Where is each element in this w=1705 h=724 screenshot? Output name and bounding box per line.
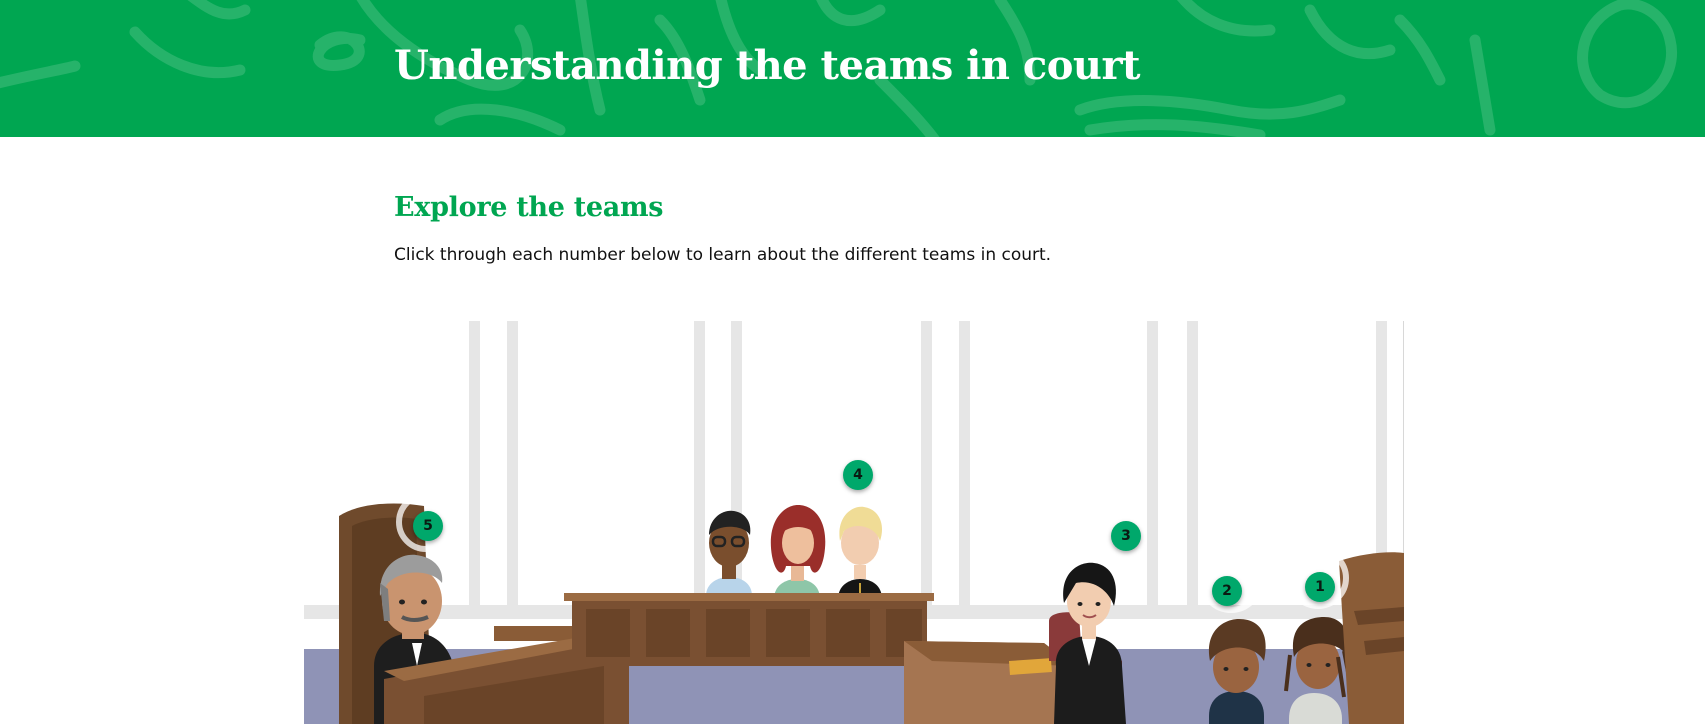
lawyer-desk	[904, 641, 1074, 724]
hotspot-3-button[interactable]: 3	[1111, 521, 1141, 551]
page-title: Understanding the teams in court	[394, 42, 1141, 89]
jury-desk	[564, 593, 934, 666]
hotspot-5-button[interactable]: 5	[413, 511, 443, 541]
hotspot-1-button[interactable]: 1	[1305, 572, 1335, 602]
hotspot-4-button[interactable]: 4	[843, 460, 873, 490]
section-heading: Explore the teams	[394, 192, 664, 223]
side-bench	[1339, 552, 1404, 724]
intro-text: Click through each number below to learn…	[394, 245, 1052, 265]
courtroom-illustration: 1 2 3 4 5	[304, 321, 1404, 724]
hotspot-2-button[interactable]: 2	[1212, 576, 1242, 606]
courtroom-scene	[304, 321, 1404, 724]
page-banner: Understanding the teams in court	[0, 0, 1705, 137]
young-person-figure	[1208, 619, 1266, 724]
